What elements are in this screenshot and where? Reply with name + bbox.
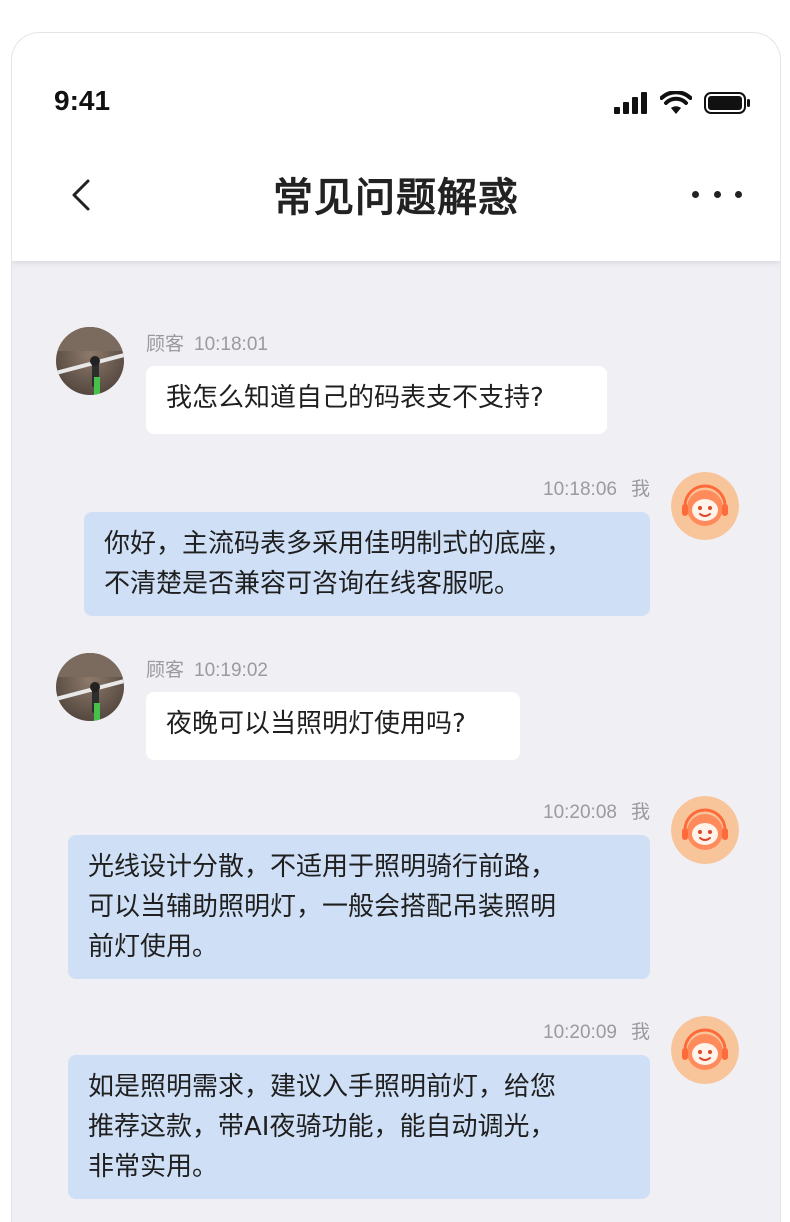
status-icons (614, 91, 752, 115)
sender-name: 我 (630, 802, 650, 823)
message-time: 10:18:06 (543, 479, 617, 500)
user-avatar[interactable] (56, 653, 124, 721)
message-time: 10:20:09 (543, 1022, 617, 1043)
more-options-button[interactable] (692, 183, 742, 205)
message-bubble[interactable]: 你好，主流码表多采用佳明制式的底座， 不清楚是否兼容可咨询在线客服呢。 (84, 512, 650, 616)
wifi-icon (660, 91, 692, 114)
bike-photo-icon (56, 653, 124, 721)
service-avatar[interactable] (671, 796, 739, 864)
chat-area: 顾客 10:18:01 我怎么知道自己的码表支不支持? 10:18:06 我 你好，… (12, 261, 780, 1222)
user-avatar[interactable] (56, 327, 124, 395)
message-meta: 10:18:06 我 (543, 474, 650, 501)
sender-name: 顾客 (146, 660, 185, 681)
message-meta: 顾客 10:18:01 (146, 329, 268, 356)
battery-icon (704, 92, 750, 114)
message-meta: 顾客 10:19:02 (146, 655, 268, 682)
status-time: 9:41 (54, 85, 111, 116)
message-bubble[interactable]: 夜晚可以当照明灯使用吗? (146, 692, 520, 760)
sender-name: 我 (630, 479, 650, 500)
sender-name: 顾客 (146, 334, 185, 355)
phone-frame: 9:41 常见问题解惑 顾客 10:18:01 我怎么知道自己的码表支不支持? … (11, 32, 781, 1222)
sender-name: 我 (630, 1022, 650, 1043)
message-meta: 10:20:08 我 (543, 797, 650, 824)
dot-icon (713, 190, 721, 198)
message-time: 10:19:02 (194, 660, 268, 681)
message-bubble[interactable]: 光线设计分散，不适用于照明骑行前路， 可以当辅助照明灯，一般会搭配吊装照明 前灯… (68, 835, 650, 979)
robot-face-icon (671, 472, 739, 540)
service-avatar[interactable] (671, 1016, 739, 1084)
page-title: 常见问题解惑 (273, 175, 519, 221)
robot-face-icon (671, 796, 739, 864)
service-avatar[interactable] (671, 472, 739, 540)
signal-icon (614, 92, 647, 114)
message-bubble[interactable]: 我怎么知道自己的码表支不支持? (146, 366, 607, 434)
message-time: 10:18:01 (194, 334, 268, 355)
bike-photo-icon (56, 327, 124, 395)
message-bubble[interactable]: 如是照明需求，建议入手照明前灯，给您 推荐这款，带AI夜骑功能，能自动调光， 非… (68, 1055, 650, 1199)
top-bar: 9:41 常见问题解惑 (12, 33, 780, 261)
message-meta: 10:20:09 我 (543, 1017, 650, 1044)
dot-icon (692, 190, 699, 198)
message-time: 10:20:08 (543, 802, 617, 823)
dot-icon (735, 190, 742, 198)
robot-face-icon (671, 1016, 739, 1084)
